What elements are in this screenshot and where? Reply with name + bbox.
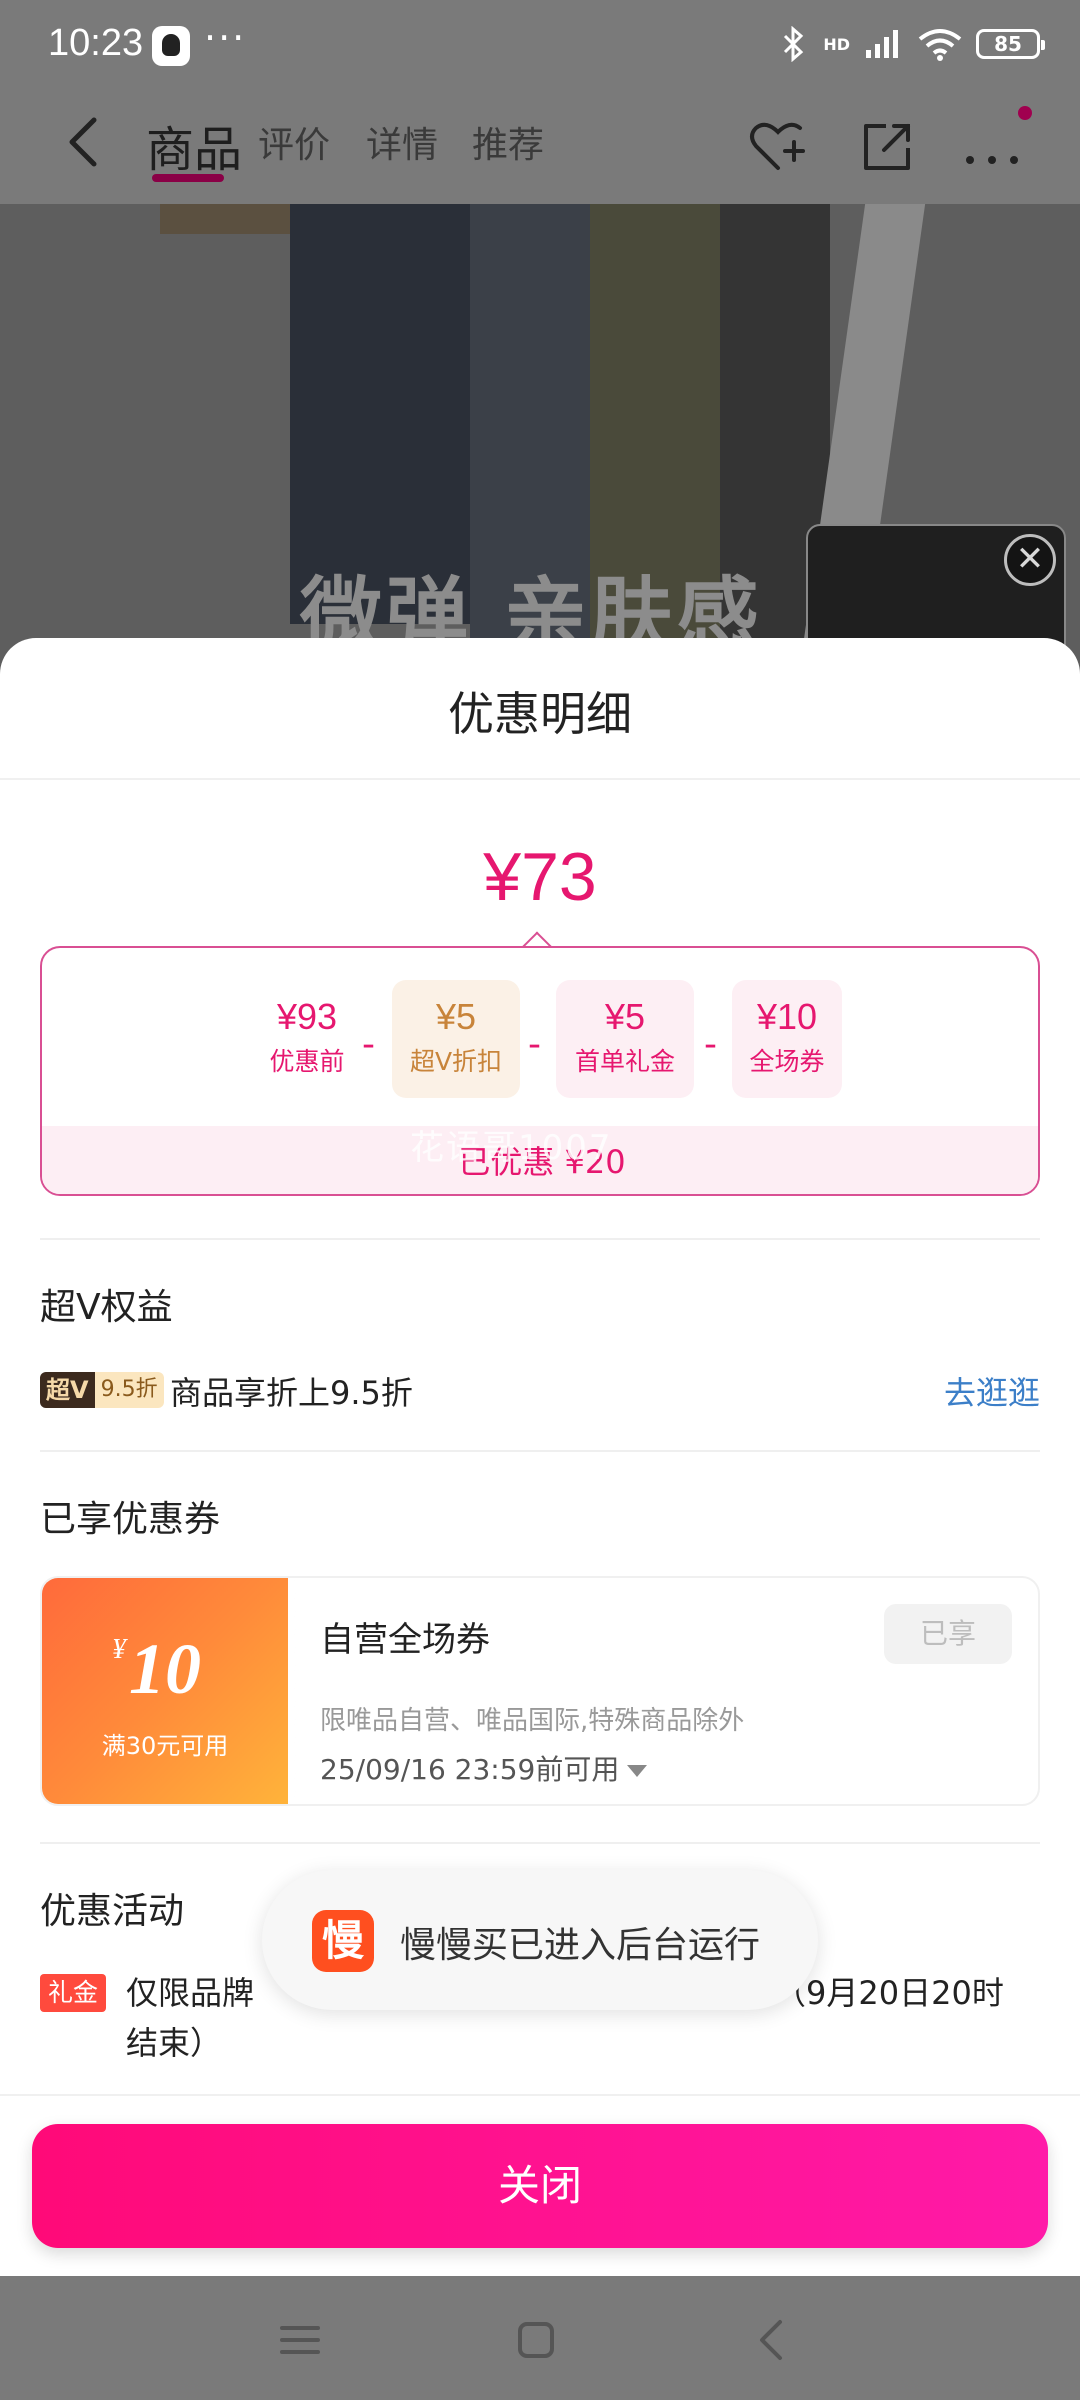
- coupon-edge: [280, 1578, 296, 1804]
- app-icon: 慢: [312, 1910, 374, 1972]
- wifi-icon: [918, 29, 962, 61]
- breakdown-value: ¥93: [276, 996, 338, 1037]
- breakdown-label: 首单礼金: [574, 1047, 675, 1076]
- breakdown-label: 全场券: [749, 1047, 825, 1076]
- coupon-name: 自营全场券: [320, 1620, 490, 1660]
- divider: [40, 1842, 1040, 1844]
- coupon-value-panel: ¥ 10 满30元可用: [42, 1578, 288, 1804]
- coupon-expiry-text: 25/09/16 23:59前可用: [320, 1753, 620, 1786]
- tab-details[interactable]: 详情: [366, 116, 438, 168]
- back-icon[interactable]: [742, 2310, 802, 2370]
- coupon-expiry[interactable]: 25/09/16 23:59前可用: [320, 1748, 648, 1788]
- breakdown-first-order: ¥5 首单礼金: [556, 980, 694, 1098]
- hero-garment: [160, 204, 300, 234]
- breakdown-value: ¥5: [604, 996, 646, 1037]
- battery-icon: 85: [976, 29, 1045, 59]
- super-v-badge: 超V 9.5折: [40, 1372, 164, 1408]
- breakdown-value: ¥5: [435, 996, 477, 1037]
- breakdown-value: ¥10: [756, 996, 818, 1037]
- back-arrow-icon[interactable]: [56, 112, 116, 172]
- breakdown-original: ¥93 优惠前: [248, 980, 366, 1098]
- more-notifications-icon: ···: [204, 16, 247, 60]
- coupon-condition: 满30元可用: [101, 1732, 229, 1760]
- chevron-down-icon: [627, 1765, 648, 1777]
- product-nav-bar: 商品 评价 详情 推荐: [0, 92, 1080, 204]
- breakdown-coupon: ¥10 全场券: [732, 980, 842, 1098]
- discount-detail-sheet: 优惠明细 ¥73 ¥93 优惠前 - ¥5 超V折扣 - ¥5 首单礼金 - ¥…: [0, 638, 1080, 2276]
- coupon-card: ¥ 10 满30元可用 自营全场券 已享 限唯品自营、唯品国际,特殊商品除外 2…: [40, 1576, 1040, 1806]
- super-v-badge-discount: 9.5折: [94, 1372, 164, 1408]
- status-time: 10:23: [48, 22, 144, 64]
- gift-money-badge: 礼金: [40, 1974, 107, 2012]
- status-bar: 10:23 ··· HD 85: [0, 0, 1080, 92]
- final-price: ¥73: [483, 839, 597, 915]
- watermark: 花语哥1007: [410, 1128, 613, 1168]
- qq-notification-icon: [152, 26, 190, 66]
- breakdown-label: 优惠前: [269, 1047, 345, 1076]
- hd-icon: HD: [823, 34, 850, 54]
- sheet-title: 优惠明细: [448, 687, 632, 741]
- favorite-heart-icon[interactable]: [746, 114, 810, 178]
- browse-link[interactable]: 去逛逛: [944, 1368, 1040, 1414]
- close-button[interactable]: 关闭: [32, 2124, 1048, 2248]
- coupon-status-badge: 已享: [884, 1604, 1012, 1664]
- minus-sign: -: [528, 1024, 541, 1065]
- product-hero-image: 微弹 亲肤感: [0, 204, 1080, 700]
- divider: [40, 1238, 1040, 1240]
- divider: [0, 778, 1080, 780]
- minus-sign: -: [704, 1024, 717, 1065]
- super-v-badge-main: 超V: [40, 1372, 95, 1408]
- background-run-toast: 慢 慢慢买已进入后台运行: [262, 1870, 818, 2010]
- divider: [40, 1450, 1040, 1452]
- minus-sign: -: [362, 1024, 375, 1065]
- home-icon[interactable]: [506, 2310, 566, 2370]
- breakdown-label: 超V折扣: [409, 1047, 503, 1076]
- super-v-description: 商品享折上9.5折: [170, 1374, 413, 1412]
- coupon-description: 限唯品自营、唯品国际,特殊商品除外: [320, 1706, 745, 1736]
- coupon-amount: 10: [129, 1629, 201, 1709]
- bluetooth-icon: [784, 26, 804, 62]
- status-icons: HD 85: [779, 26, 1045, 62]
- product-page-background: 微弹 亲肤感 10:23 ··· HD 85 商品 评价 详情 推荐: [0, 0, 1080, 700]
- more-options-icon[interactable]: [960, 114, 1024, 178]
- active-tab-indicator: [152, 174, 224, 182]
- share-icon[interactable]: [856, 114, 920, 178]
- activity-text-line2: 结束）: [126, 2024, 223, 2062]
- menu-icon[interactable]: [270, 2310, 330, 2370]
- signal-icon: [866, 30, 898, 58]
- toast-message: 慢慢买已进入后台运行: [400, 1925, 761, 1966]
- tab-reviews[interactable]: 评价: [258, 116, 330, 168]
- system-nav-bar: [0, 2276, 1080, 2400]
- tab-recommend[interactable]: 推荐: [472, 116, 544, 168]
- activity-text-start: 仅限品牌: [126, 1974, 255, 2012]
- tab-product[interactable]: 商品: [146, 110, 242, 180]
- activity-text-end: （9月20日20时: [774, 1974, 1004, 2012]
- super-v-title: 超V权益: [40, 1287, 173, 1328]
- divider: [0, 2094, 1080, 2096]
- breakdown-super-v: ¥5 超V折扣: [392, 980, 520, 1098]
- coupons-title: 已享优惠券: [40, 1499, 221, 1540]
- notification-dot: [1018, 106, 1032, 120]
- close-video-button[interactable]: ✕: [1004, 534, 1056, 586]
- activities-title: 优惠活动: [40, 1891, 185, 1932]
